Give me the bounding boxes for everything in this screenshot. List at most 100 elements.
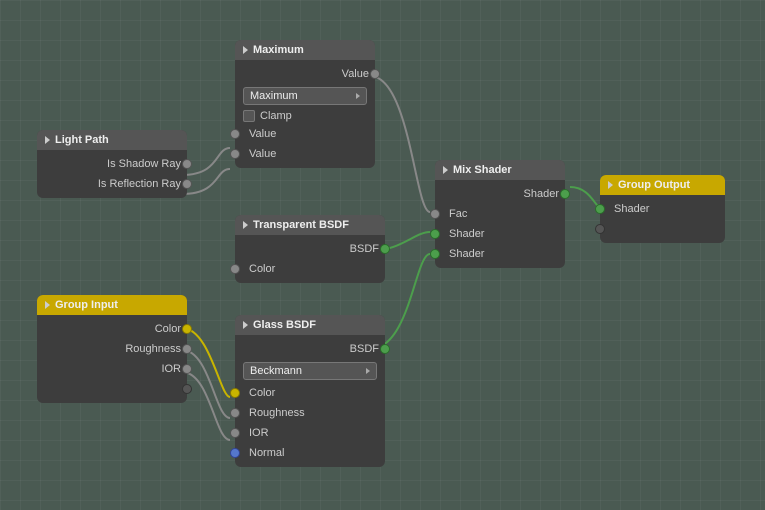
glass-bsdf-color: Color	[235, 383, 385, 403]
shader-out-socket[interactable]	[560, 189, 570, 199]
gi-ior-socket[interactable]	[182, 364, 192, 374]
value2-in-socket[interactable]	[230, 149, 240, 159]
transparent-bsdf-header: Transparent BSDF	[235, 215, 385, 235]
reflection-ray-label: Is Reflection Ray	[98, 178, 181, 190]
collapse-icon[interactable]	[608, 181, 613, 189]
glass-bsdf-ior: IOR	[235, 423, 385, 443]
shader-out-label: Shader	[524, 188, 559, 200]
mix-shader-shader1: Shader	[435, 224, 565, 244]
group-output-body: Shader	[600, 195, 725, 243]
bsdf-out-socket[interactable]	[380, 244, 390, 254]
maximum-header: Maximum	[235, 40, 375, 60]
glass-color-socket[interactable]	[230, 388, 240, 398]
go-extra-socket	[595, 224, 605, 234]
group-input-roughness: Roughness	[37, 339, 187, 359]
clamp-checkbox-row: Clamp	[235, 108, 375, 124]
light-path-header: Light Path	[37, 130, 187, 150]
value-out-label: Value	[342, 68, 369, 80]
light-path-title: Light Path	[55, 134, 109, 146]
transparent-bsdf-output: BSDF	[235, 239, 385, 259]
mix-shader-header: Mix Shader	[435, 160, 565, 180]
glass-bsdf-out-socket[interactable]	[380, 344, 390, 354]
glass-bsdf-header: Glass BSDF	[235, 315, 385, 335]
transparent-bsdf-node: Transparent BSDF BSDF Color	[235, 215, 385, 283]
shadow-ray-label: Is Shadow Ray	[107, 158, 181, 170]
value1-in-label: Value	[249, 128, 276, 140]
group-output-extra	[600, 219, 725, 239]
group-input-extra	[37, 379, 187, 399]
gi-color-socket[interactable]	[182, 324, 192, 334]
maximum-title: Maximum	[253, 44, 304, 56]
shader2-socket[interactable]	[430, 249, 440, 259]
group-input-ior: IOR	[37, 359, 187, 379]
gi-extra-socket	[182, 384, 192, 394]
bsdf-out-label: BSDF	[350, 243, 379, 255]
collapse-icon[interactable]	[243, 46, 248, 54]
group-output-shader: Shader	[600, 199, 725, 219]
group-input-header: Group Input	[37, 295, 187, 315]
group-output-title: Group Output	[618, 179, 690, 191]
group-input-node: Group Input Color Roughness IOR	[37, 295, 187, 403]
collapse-icon[interactable]	[45, 301, 50, 309]
light-path-body: Is Shadow Ray Is Reflection Ray	[37, 150, 187, 198]
dropdown-arrow-icon	[366, 368, 370, 374]
maximum-output-value: Value	[235, 64, 375, 84]
maximum-body: Value Maximum Clamp Value Value	[235, 60, 375, 168]
glass-roughness-socket[interactable]	[230, 408, 240, 418]
go-shader-label: Shader	[614, 203, 649, 215]
light-path-node: Light Path Is Shadow Ray Is Reflection R…	[37, 130, 187, 198]
gi-roughness-socket[interactable]	[182, 344, 192, 354]
reflection-ray-socket[interactable]	[182, 179, 192, 189]
collapse-icon[interactable]	[243, 221, 248, 229]
glass-normal-label: Normal	[249, 447, 284, 459]
glass-color-label: Color	[249, 387, 275, 399]
gi-color-label: Color	[155, 323, 181, 335]
value-out-socket[interactable]	[370, 69, 380, 79]
glass-bsdf-output: BSDF	[235, 339, 385, 359]
go-shader-socket[interactable]	[595, 204, 605, 214]
group-output-header: Group Output	[600, 175, 725, 195]
shadow-ray-socket[interactable]	[182, 159, 192, 169]
transparent-bsdf-title: Transparent BSDF	[253, 219, 349, 231]
glass-bsdf-body: BSDF Beckmann Color Roughness IOR Normal	[235, 335, 385, 467]
tb-color-label: Color	[249, 263, 275, 275]
shader1-socket[interactable]	[430, 229, 440, 239]
collapse-icon[interactable]	[443, 166, 448, 174]
glass-bsdf-node: Glass BSDF BSDF Beckmann Color Roughness…	[235, 315, 385, 467]
collapse-icon[interactable]	[243, 321, 248, 329]
mix-shader-title: Mix Shader	[453, 164, 512, 176]
glass-normal-socket[interactable]	[230, 448, 240, 458]
value2-in-label: Value	[249, 148, 276, 160]
clamp-checkbox[interactable]	[243, 110, 255, 122]
maximum-dropdown-label: Maximum	[250, 90, 298, 102]
mix-shader-body: Shader Fac Shader Shader	[435, 180, 565, 268]
glass-ior-socket[interactable]	[230, 428, 240, 438]
gi-roughness-label: Roughness	[125, 343, 181, 355]
mix-shader-fac: Fac	[435, 204, 565, 224]
collapse-icon[interactable]	[45, 136, 50, 144]
value1-in-socket[interactable]	[230, 129, 240, 139]
gi-ior-label: IOR	[161, 363, 181, 375]
group-input-body: Color Roughness IOR	[37, 315, 187, 403]
maximum-node: Maximum Value Maximum Clamp Value Value	[235, 40, 375, 168]
glass-bsdf-roughness: Roughness	[235, 403, 385, 423]
glass-bsdf-normal: Normal	[235, 443, 385, 463]
glass-roughness-label: Roughness	[249, 407, 305, 419]
glass-bsdf-out-label: BSDF	[350, 343, 379, 355]
group-input-title: Group Input	[55, 299, 118, 311]
transparent-bsdf-body: BSDF Color	[235, 235, 385, 283]
glass-bsdf-dropdown[interactable]: Beckmann	[243, 362, 377, 380]
maximum-input-value1: Value	[235, 124, 375, 144]
clamp-label: Clamp	[260, 110, 292, 122]
light-path-output-reflection: Is Reflection Ray	[37, 174, 187, 194]
fac-socket[interactable]	[430, 209, 440, 219]
maximum-dropdown[interactable]: Maximum	[243, 87, 367, 105]
mix-shader-output: Shader	[435, 184, 565, 204]
group-output-node: Group Output Shader	[600, 175, 725, 243]
tb-color-socket[interactable]	[230, 264, 240, 274]
mix-shader-shader2: Shader	[435, 244, 565, 264]
glass-bsdf-title: Glass BSDF	[253, 319, 316, 331]
dropdown-arrow-icon	[356, 93, 360, 99]
shader2-label: Shader	[449, 248, 484, 260]
fac-label: Fac	[449, 208, 467, 220]
